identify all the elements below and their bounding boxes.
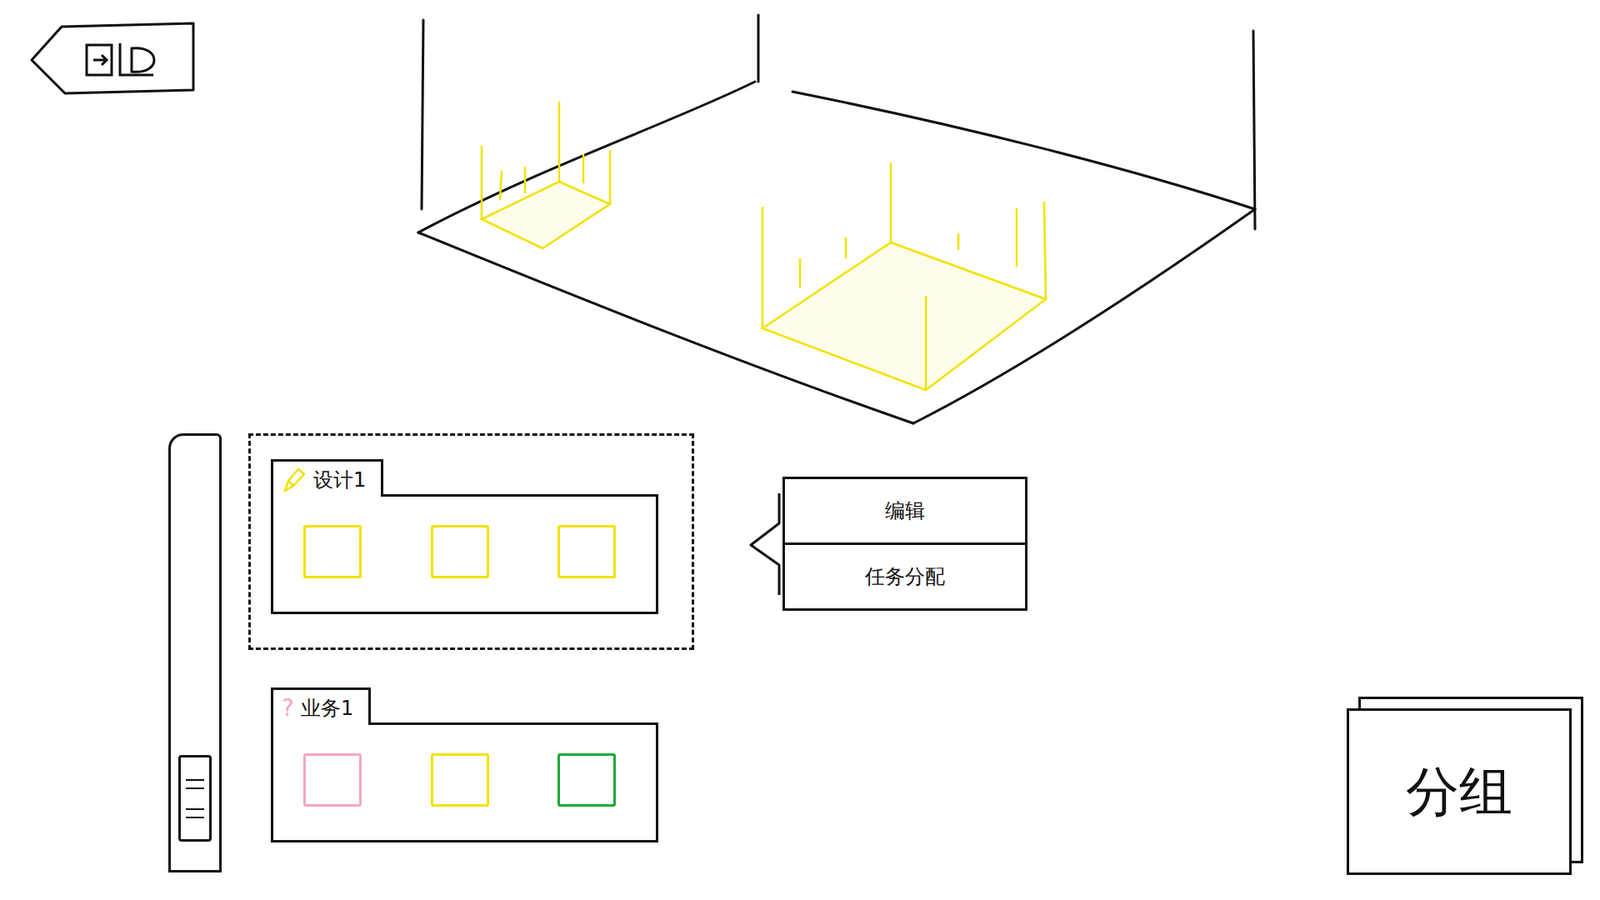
member-slot[interactable]: [430, 753, 490, 807]
hud: 设计1?业务1编辑任务分配分组: [0, 433, 1600, 900]
group-name: 设计1: [313, 466, 366, 494]
floor-scene[interactable]: [0, 0, 1600, 434]
menu-pointer-icon: [747, 490, 781, 599]
group-button[interactable]: 分组: [1346, 708, 1572, 875]
menu-item[interactable]: 编辑: [785, 479, 1025, 543]
group-item[interactable]: ?业务1: [248, 661, 695, 879]
group-tab[interactable]: ?业务1: [270, 687, 371, 725]
scroll-handle-icon[interactable]: [178, 755, 212, 842]
back-arrow-icon: [28, 20, 196, 97]
group-card[interactable]: ?业务1: [270, 687, 659, 843]
group-sidebar[interactable]: [168, 433, 222, 873]
scene-view[interactable]: [0, 0, 1600, 434]
member-slot[interactable]: [557, 753, 616, 807]
group-list: 设计1?业务1: [248, 433, 695, 879]
group-tab[interactable]: 设计1: [270, 459, 384, 497]
group-card[interactable]: 设计1: [270, 459, 659, 615]
member-row: [270, 494, 659, 615]
handle-line: [185, 779, 205, 790]
member-slot[interactable]: [430, 525, 490, 579]
zone-highlight[interactable]: [762, 162, 1046, 390]
zone-highlight[interactable]: [481, 101, 610, 249]
context-menu-area: 编辑任务分配: [747, 476, 1028, 611]
member-row: [270, 722, 659, 843]
member-slot[interactable]: [303, 525, 362, 579]
context-menu: 编辑任务分配: [782, 476, 1028, 611]
member-slot[interactable]: [557, 525, 616, 579]
question-icon: ?: [281, 696, 295, 720]
pencil-icon: [281, 465, 307, 495]
group-item[interactable]: 设计1: [248, 433, 695, 650]
member-slot[interactable]: [303, 753, 362, 807]
handle-line: [185, 808, 205, 819]
group-button-label: 分组: [1405, 760, 1513, 823]
back-button[interactable]: [28, 20, 196, 97]
menu-item[interactable]: 任务分配: [785, 542, 1025, 609]
group-name: 业务1: [300, 695, 354, 722]
game-screen: 设计1?业务1编辑任务分配分组: [0, 0, 1600, 900]
